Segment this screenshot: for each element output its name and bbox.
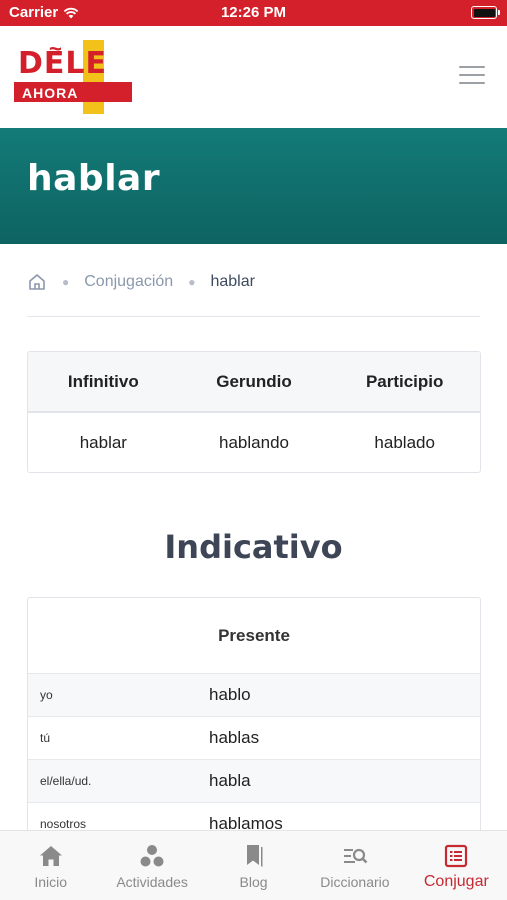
pronoun: tú xyxy=(40,731,51,745)
page-hero: hablar xyxy=(0,128,507,244)
tab-diccionario[interactable]: Diccionario xyxy=(304,831,405,900)
home-icon[interactable] xyxy=(27,272,47,292)
conjugated-form: hablas xyxy=(209,728,260,747)
dele-ahora-logo[interactable]: ~ DELE AHORA xyxy=(14,36,132,114)
header-participio: Participio xyxy=(365,371,444,391)
hamburger-menu-icon[interactable] xyxy=(459,66,485,86)
verb-forms-header-row: Infinitivo Gerundio Participio xyxy=(28,352,480,413)
pronoun: yo xyxy=(40,688,53,702)
home-icon xyxy=(39,846,62,866)
pronoun: el/ella/ud. xyxy=(40,774,92,788)
value-infinitivo: hablar xyxy=(79,433,127,452)
breadcrumb-conjugacion[interactable]: Conjugación xyxy=(84,273,173,291)
conjugated-form: hablo xyxy=(209,685,251,704)
header-gerundio: Gerundio xyxy=(216,371,292,391)
tab-conjugar[interactable]: Conjugar xyxy=(406,831,507,900)
breadcrumb-separator: ● xyxy=(62,275,70,289)
conjugation-table: Presente yo hablo tú hablas el/ella/ud. … xyxy=(27,597,481,847)
value-participio: hablado xyxy=(374,433,435,452)
tab-label: Actividades xyxy=(116,874,188,890)
clock: 12:26 PM xyxy=(220,4,287,21)
tab-label: Inicio xyxy=(34,874,68,890)
bookmark-icon xyxy=(246,845,263,867)
value-gerundio: hablando xyxy=(219,433,289,452)
table-row: tú hablas xyxy=(28,716,480,759)
table-row: yo hablo xyxy=(28,673,480,716)
status-bar: Carrier 12:26 PM xyxy=(0,0,507,26)
tab-label: Diccionario xyxy=(320,874,390,890)
tab-inicio[interactable]: Inicio xyxy=(0,831,101,900)
breadcrumb-current: hablar xyxy=(210,273,255,290)
conjugated-form: habla xyxy=(209,771,251,790)
dictionary-search-icon xyxy=(343,848,368,864)
bottom-tab-bar: Inicio Actividades Blog Diccionario Conj… xyxy=(0,830,507,900)
tab-blog[interactable]: Blog xyxy=(203,831,304,900)
verb-forms-value-row: hablar hablando hablado xyxy=(28,413,480,472)
list-icon xyxy=(445,844,468,868)
breadcrumb: ● Conjugación ● hablar xyxy=(27,268,480,296)
divider xyxy=(27,316,480,317)
breadcrumb-separator: ● xyxy=(188,275,196,289)
table-row: el/ella/ud. habla xyxy=(28,759,480,802)
battery-icon xyxy=(471,6,500,19)
tense-title: Presente xyxy=(218,626,290,645)
logo-text: DELE xyxy=(18,46,108,81)
header-infinitivo: Infinitivo xyxy=(67,371,139,391)
tab-label: Conjugar xyxy=(423,873,489,890)
tab-label: Blog xyxy=(239,874,268,890)
mood-title: Indicativo xyxy=(164,528,343,566)
tab-actividades[interactable]: Actividades xyxy=(101,831,202,900)
pronoun: nosotros xyxy=(40,817,87,831)
activities-icon xyxy=(140,845,164,867)
verb-forms-table: Infinitivo Gerundio Participio hablar ha… xyxy=(27,351,481,473)
logo-subtext: AHORA xyxy=(22,85,79,101)
page-title: hablar xyxy=(27,158,161,199)
app-header: ~ DELE AHORA xyxy=(0,26,507,128)
